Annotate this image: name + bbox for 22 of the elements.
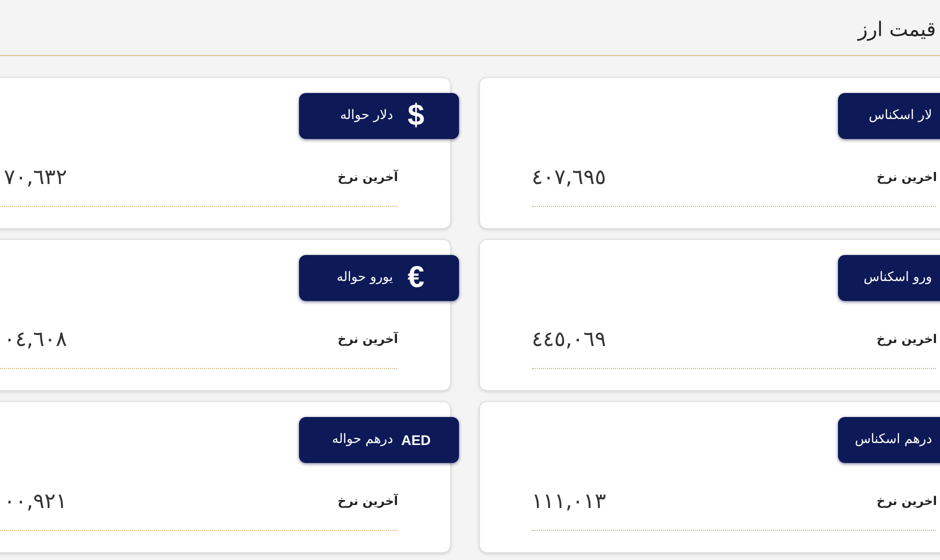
- currency-name: درهم اسکناس: [854, 431, 932, 450]
- rate-label: آخرین نرخ: [338, 168, 398, 186]
- rate-label: آخرین نرخ: [338, 330, 398, 348]
- currency-name: ورو اسکناس: [864, 269, 932, 288]
- currency-name: درهم حواله: [332, 431, 393, 450]
- currency-symbol: $: [408, 101, 424, 131]
- rate-label: اخرین نرخ: [876, 493, 937, 510]
- currency-symbol: AED: [401, 430, 431, 450]
- rate-value: ١١١,٠١٣: [530, 488, 606, 515]
- rate-value: ٠٤,٦٠٨: [2, 326, 67, 353]
- rate-label: آخرین نرخ: [338, 492, 398, 510]
- page-title: قیمت ارز: [858, 16, 936, 43]
- rate-value: ٠٠,٩٢١: [2, 488, 67, 515]
- rate-value: ٧٠,٦٣٢: [2, 164, 67, 191]
- rate-label: اخرین نرخ: [876, 331, 937, 348]
- currency-name: دلار حواله: [340, 107, 393, 126]
- rate-label: اخرین نرخ: [876, 169, 937, 186]
- currency-name: لار اسکناس: [868, 107, 932, 126]
- rate-value: ٤٤٥,٠٦٩: [530, 326, 606, 353]
- currency-name: یورو حواله: [336, 269, 393, 288]
- rate-value: ٤٠٧,٦٩٥: [530, 164, 606, 191]
- currency-symbol: €: [408, 263, 424, 293]
